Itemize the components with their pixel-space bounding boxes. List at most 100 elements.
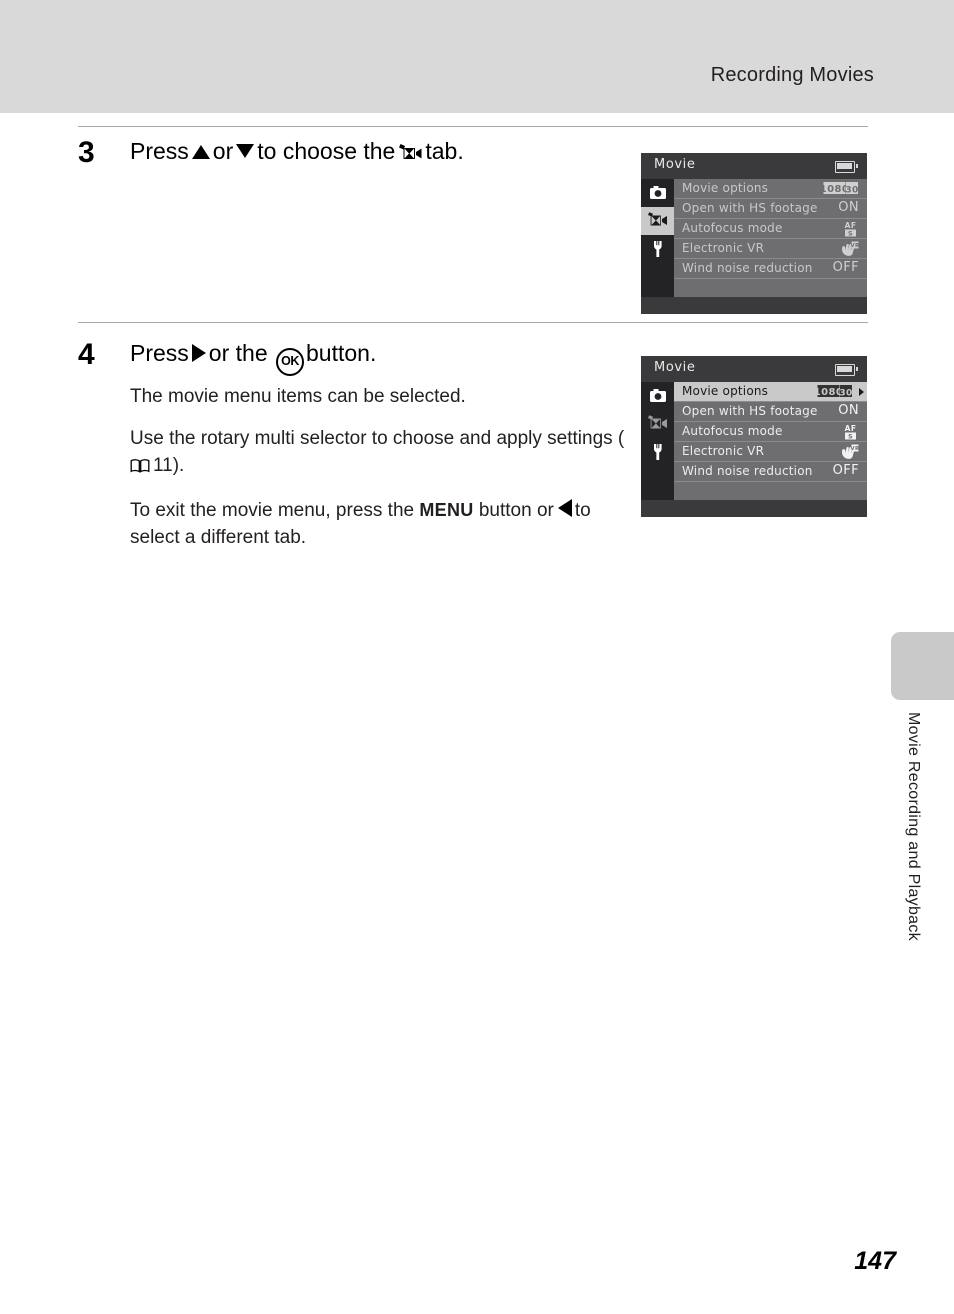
svg-text:★: ★ (849, 181, 855, 188)
vr-hand-icon: VR (840, 444, 860, 464)
step-4-heading: Press or the OK button. (130, 340, 626, 376)
menu-row-label: Electronic VR (682, 241, 765, 255)
step-3-heading: Press or to choose the tab. (130, 138, 626, 168)
svg-text:VR: VR (850, 243, 859, 249)
camera-screen-1-tabs (641, 179, 674, 297)
autofocus-mode-value-icon: AF S (842, 423, 859, 443)
af-s-icon: AF S (842, 424, 859, 444)
step-4-p2-text-a: Use the rotary multi selector to choose … (130, 427, 625, 449)
step-4-p2-ref: 11 (153, 454, 173, 476)
vr-hand-icon: VR (840, 241, 860, 261)
menu-row-label: Electronic VR (682, 444, 765, 458)
page-header-band: Recording Movies (0, 0, 954, 113)
step-4: 4 Press or the OK button. The movie menu i… (78, 340, 626, 552)
menu-row-electronic-vr[interactable]: Electronic VR VR (674, 442, 867, 462)
step-4-text-b: button. (306, 340, 377, 366)
camera-screen-1-title: Movie (654, 157, 696, 172)
menu-row-wind-noise-reduction[interactable]: Wind noise reduction OFF (674, 259, 867, 279)
step-4-number: 4 (78, 338, 95, 371)
step-4-paragraph-3: To exit the movie menu, press the MENU b… (130, 498, 626, 552)
step-4-p2-text-b: ). (172, 454, 185, 476)
camera-screen-2-tabs (641, 382, 674, 500)
setup-menu-tab[interactable] (641, 438, 674, 466)
menu-row-electronic-vr[interactable]: Electronic VR VR (674, 239, 867, 259)
step-4-p3-text-a: To exit the movie menu, press the (130, 499, 415, 521)
svg-text:S: S (848, 230, 853, 238)
step-4-text-a: Press (130, 340, 189, 366)
divider-middle (78, 322, 868, 323)
menu-row-value: ON (838, 200, 859, 215)
camera-screen-2-footer (641, 500, 867, 517)
menu-row-label: Movie options (682, 384, 769, 398)
step-3-number: 3 (78, 136, 95, 169)
camera-screen-1-body: Movie options 1080 30 ★ Open with HS foo (641, 179, 867, 297)
movie-menu-tab[interactable] (641, 207, 674, 235)
menu-row-wind-noise-reduction[interactable]: Wind noise reduction OFF (674, 462, 867, 482)
ok-button-icon: OK (276, 348, 305, 376)
menu-row-value: OFF (832, 260, 859, 275)
right-triangle-icon (191, 344, 206, 362)
side-chapter-tab (891, 632, 954, 700)
camera-screen-2-titlebar: Movie (641, 356, 867, 382)
menu-row-open-with-hs-footage[interactable]: Open with HS footage ON (674, 402, 867, 422)
camera-screen-2: Movie Movie options 1080 30 ★ Open with … (641, 356, 867, 517)
menu-row-label: Autofocus mode (682, 221, 783, 235)
page-title: Recording Movies (710, 64, 874, 86)
book-reference-icon (130, 456, 150, 483)
menu-button-icon: MENU (419, 499, 474, 520)
shooting-menu-tab[interactable] (641, 179, 674, 207)
step-3-text-b: to choose the (257, 138, 396, 164)
setup-menu-tab[interactable] (641, 235, 674, 263)
up-triangle-icon (191, 145, 210, 159)
menu-row-value: OFF (832, 463, 859, 478)
step-4-p3-text-b: button or (478, 499, 554, 521)
step-3-text-or: or (212, 138, 234, 164)
camera-screen-1: Movie Movie options 1080 30 ★ Open with … (641, 153, 867, 314)
camera-screen-1-footer (641, 297, 867, 314)
menu-row-autofocus-mode[interactable]: Autofocus mode AF S (674, 422, 867, 442)
camera-screen-2-title: Movie (654, 360, 696, 375)
camera-screen-2-body: Movie options 1080 30 ★ Open with HS foo… (641, 382, 867, 500)
menu-row-movie-options[interactable]: Movie options 1080 30 ★ (674, 179, 867, 199)
svg-text:S: S (848, 433, 853, 441)
chevron-right-icon (859, 388, 864, 396)
menu-row-label: Wind noise reduction (682, 464, 813, 478)
svg-text:VR: VR (850, 446, 859, 452)
svg-text:★: ★ (843, 384, 849, 391)
movie-options-value-icon: 1080 30 ★ (814, 383, 853, 403)
page-number: 147 (854, 1247, 896, 1275)
autofocus-mode-value-icon: AF S (842, 220, 859, 240)
camera-screen-2-menu: Movie options 1080 30 ★ Open with HS foo… (674, 382, 867, 500)
badge-1080-icon: 1080 30 ★ (820, 181, 859, 200)
menu-row-open-with-hs-footage[interactable]: Open with HS footage ON (674, 199, 867, 219)
movie-menu-tab[interactable] (641, 410, 674, 438)
step-4-paragraph-1: The movie menu items can be selected. (130, 386, 466, 407)
camera-screen-1-menu: Movie options 1080 30 ★ Open with HS foo (674, 179, 867, 297)
left-triangle-icon (557, 498, 572, 517)
camera-screen-1-titlebar: Movie (641, 153, 867, 179)
step-3-text-c: tab. (425, 138, 464, 164)
menu-row-value: ON (838, 403, 859, 418)
step-3: 3 Press or to choose the tab. (78, 138, 626, 176)
side-chapter-label: Movie Recording and Playback (905, 712, 922, 941)
menu-row-label: Autofocus mode (682, 424, 783, 438)
electronic-vr-value-icon: VR (840, 443, 860, 464)
badge-1080-icon: 1080 30 ★ (814, 384, 853, 403)
shooting-menu-tab[interactable] (641, 382, 674, 410)
battery-icon (835, 364, 858, 376)
battery-icon (835, 161, 858, 173)
menu-row-label: Open with HS footage (682, 404, 818, 418)
down-triangle-icon (236, 144, 255, 158)
menu-row-label: Movie options (682, 181, 769, 195)
step-4-text-or: or the (208, 340, 268, 366)
electronic-vr-value-icon: VR (840, 240, 860, 261)
menu-row-label: Open with HS footage (682, 201, 818, 215)
menu-row-movie-options-selected[interactable]: Movie options 1080 30 ★ (674, 382, 867, 402)
af-s-icon: AF S (842, 221, 859, 241)
divider-top (78, 126, 868, 127)
menu-row-autofocus-mode[interactable]: Autofocus mode AF S (674, 219, 867, 239)
step-3-text-a: Press (130, 138, 189, 164)
movie-options-value-icon: 1080 30 ★ (820, 180, 859, 200)
menu-row-label: Wind noise reduction (682, 261, 813, 275)
movie-camera-icon (398, 141, 422, 168)
